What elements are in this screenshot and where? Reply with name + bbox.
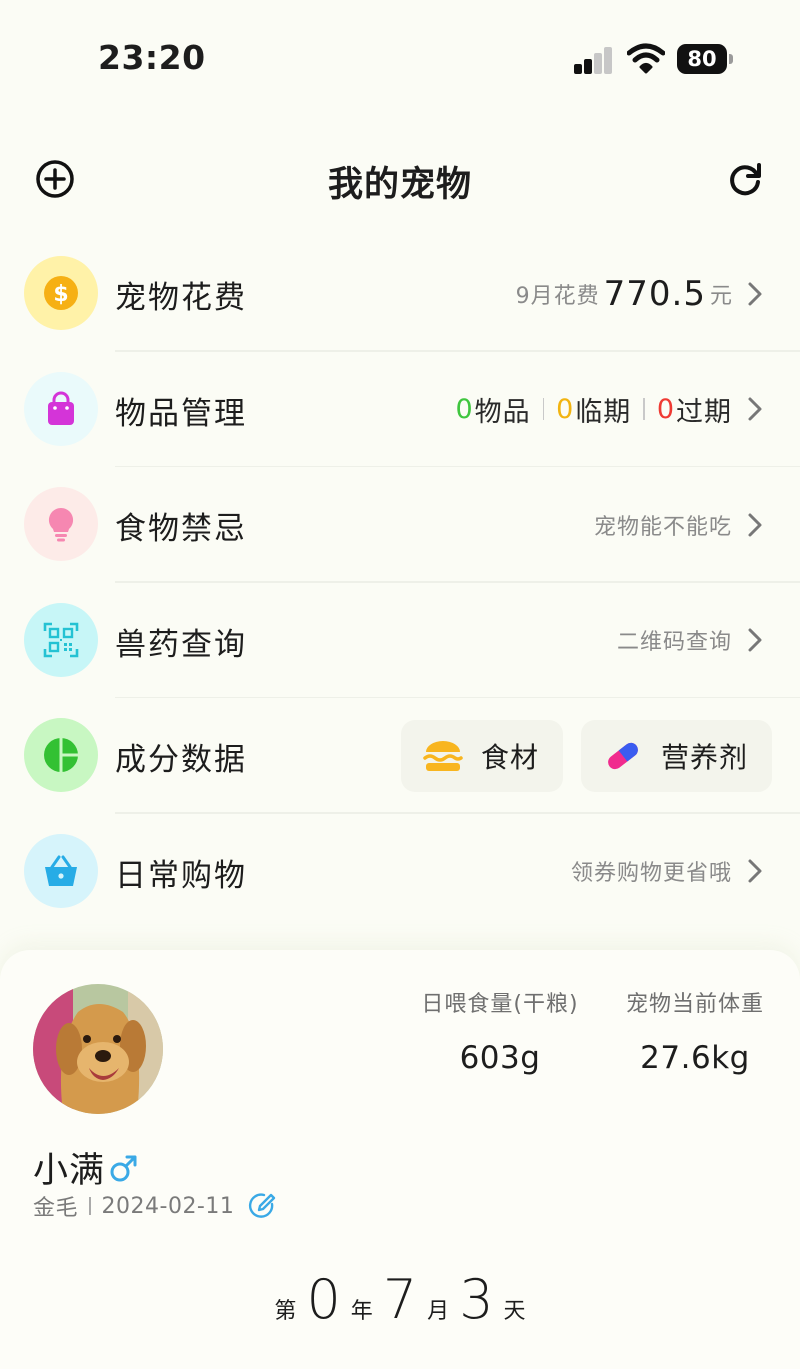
qr-scan-icon <box>43 622 79 657</box>
chevron-right-icon <box>748 282 762 306</box>
chevron-right-icon <box>748 859 762 883</box>
basket-icon <box>45 855 77 886</box>
shopping-bag-icon <box>48 391 74 425</box>
burger-icon <box>423 740 463 771</box>
status-time: 23:20 <box>98 38 206 77</box>
menu-item-vet-drug-lookup[interactable]: 兽药查询 二维码查询 <box>0 583 800 699</box>
pet-card: 日喂食量(干粮) 603g 宠物当前体重 27.6kg 小满 金毛 2024-0… <box>0 950 800 1369</box>
daily-food-stat: 日喂食量(干粮) 603g <box>410 986 590 1076</box>
chevron-right-icon <box>748 397 762 421</box>
food-taboo-hint: 宠物能不能吃 <box>593 514 732 540</box>
pet-name-row: 小满 <box>33 1142 139 1193</box>
menu-item-pet-spending[interactable]: $ 宠物花费 9月花费 770.5 元 <box>0 236 800 352</box>
separator <box>89 1197 91 1215</box>
shopping-bag-icon-wrap <box>24 371 98 446</box>
pie-chart-icon <box>44 738 78 772</box>
food-taboo-hint-wrap: 宠物能不能吃 <box>594 467 764 583</box>
chevron-right-icon <box>748 513 762 537</box>
dollar-coin-icon: $ <box>44 276 78 310</box>
vet-drug-hint-wrap: 二维码查询 <box>617 583 764 699</box>
menu-item-item-management[interactable]: 物品管理 0 物品 0 临期 0 过期 <box>0 352 800 468</box>
pet-breed: 金毛 <box>33 1196 79 1221</box>
item-stats: 0 物品 0 临期 0 过期 <box>455 352 764 468</box>
ingredient-button[interactable]: 食材 <box>400 719 563 792</box>
spending-summary: 9月花费 770.5 元 <box>516 236 764 352</box>
menu-item-daily-shopping[interactable]: 日常购物 领券购物更省哦 <box>0 814 800 930</box>
weight-stat: 宠物当前体重 27.6kg <box>614 986 776 1076</box>
item-count: 0 <box>455 393 473 425</box>
edit-icon[interactable] <box>246 1190 278 1222</box>
expired-label: 过期 <box>676 396 732 428</box>
pet-birthday: 2024-02-11 <box>101 1193 235 1219</box>
lightbulb-icon-wrap <box>24 487 98 561</box>
menu-label: 日常购物 <box>115 857 247 894</box>
age-months: 7 <box>382 1268 418 1331</box>
menu-label: 物品管理 <box>115 395 247 432</box>
page-title: 我的宠物 <box>327 165 472 205</box>
age-year-unit: 年 <box>350 1299 373 1324</box>
dollar-coin-icon-wrap: $ <box>24 256 98 330</box>
ingredient-button-label: 食材 <box>480 740 539 774</box>
ingredient-buttons: 食材 营养剂 <box>383 698 772 814</box>
pet-meta: 金毛 2024-02-11 <box>33 1190 278 1222</box>
basket-icon-wrap <box>24 833 98 908</box>
shopping-hint: 领券购物更省哦 <box>570 861 732 887</box>
male-gender-icon <box>110 1155 137 1181</box>
supplement-button[interactable]: 营养剂 <box>580 719 772 792</box>
pet-age: 第 0 年 7 月 3 天 <box>0 1268 800 1331</box>
menu-item-ingredient-data: 成分数据 食材 营养剂 <box>0 698 800 814</box>
wifi-icon <box>627 43 665 74</box>
header: 我的宠物 <box>0 130 800 226</box>
pet-avatar[interactable] <box>33 984 163 1114</box>
weight-value: 27.6kg <box>640 1040 750 1076</box>
pie-chart-icon-wrap <box>24 718 98 792</box>
age-prefix: 第 <box>274 1299 297 1324</box>
menu-item-food-taboo[interactable]: 食物禁忌 宠物能不能吃 <box>0 467 800 583</box>
menu-label: 成分数据 <box>115 742 247 778</box>
age-days: 3 <box>459 1268 494 1331</box>
refresh-icon[interactable] <box>724 158 766 200</box>
age-day-unit: 天 <box>503 1299 526 1324</box>
battery-icon: 80 <box>677 44 733 74</box>
supplement-button-label: 营养剂 <box>660 740 748 774</box>
svg-text:$: $ <box>53 282 68 307</box>
separator <box>643 398 645 421</box>
menu-label: 食物禁忌 <box>115 511 247 547</box>
chevron-right-icon <box>748 628 762 652</box>
age-years: 0 <box>306 1268 341 1331</box>
spending-amount: 770.5 <box>603 273 706 314</box>
expiring-label: 临期 <box>575 396 632 428</box>
pill-capsule-icon <box>608 742 638 769</box>
daily-food-label: 日喂食量(干粮) <box>421 992 579 1017</box>
separator <box>542 398 545 421</box>
expired-count: 0 <box>656 393 674 425</box>
weight-label: 宠物当前体重 <box>625 992 764 1017</box>
cellular-signal-icon <box>574 46 614 74</box>
menu-list: $ 宠物花费 9月花费 770.5 元 物品管理 0 物品 0 临期 0 过期 … <box>0 236 800 929</box>
lightbulb-icon <box>48 507 74 542</box>
spending-unit: 元 <box>709 283 732 309</box>
shopping-hint-wrap: 领券购物更省哦 <box>571 814 764 930</box>
menu-label: 宠物花费 <box>115 280 247 316</box>
item-count-label: 物品 <box>474 396 531 428</box>
spending-month-label: 9月花费 <box>515 283 600 309</box>
expiring-count: 0 <box>556 393 574 425</box>
daily-food-value: 603g <box>459 1040 541 1076</box>
age-month-unit: 月 <box>427 1299 450 1324</box>
vet-drug-hint: 二维码查询 <box>616 630 732 656</box>
battery-level: 80 <box>677 44 727 74</box>
menu-label: 兽药查询 <box>115 626 247 663</box>
qr-scan-icon-wrap <box>24 602 98 677</box>
pet-name: 小满 <box>33 1151 106 1191</box>
status-bar: 23:20 80 <box>0 0 800 120</box>
